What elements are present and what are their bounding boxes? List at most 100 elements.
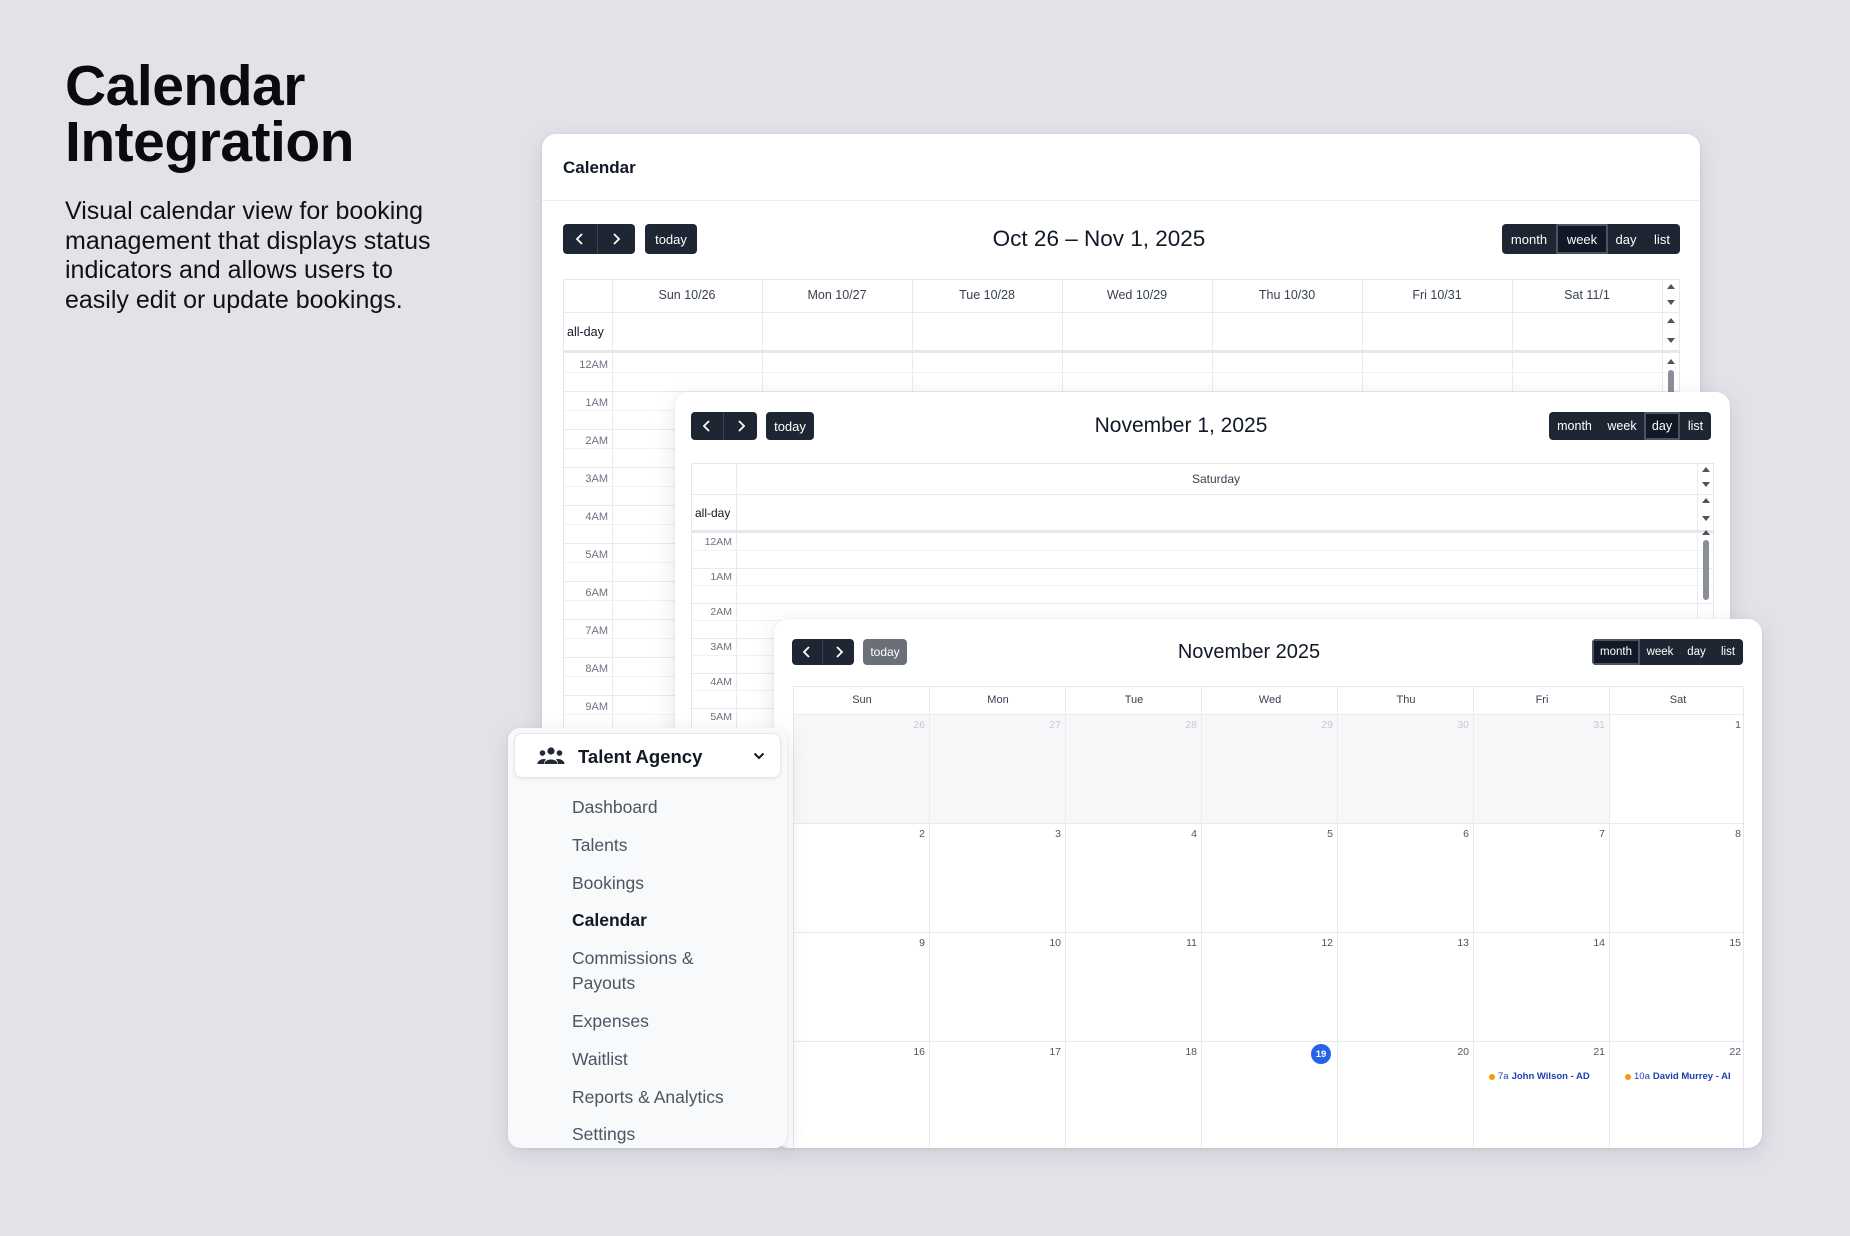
sidebar-item-label: Commissions & <box>572 948 694 968</box>
scroll-down-arrow[interactable] <box>1667 338 1675 343</box>
day-number[interactable]: 20 <box>1338 1046 1469 1058</box>
event-time: 7a <box>1498 1071 1509 1082</box>
scroll-down-arrow[interactable] <box>1702 482 1710 487</box>
next-button[interactable] <box>598 224 633 254</box>
day-header-thu[interactable]: Thu 10/30 <box>1259 288 1315 302</box>
scroll-up-arrow[interactable] <box>1702 530 1710 535</box>
view-month-button[interactable]: month <box>1592 639 1640 665</box>
day-number[interactable]: 29 <box>1202 719 1333 731</box>
sidebar-item-bookings[interactable]: Bookings <box>572 871 644 896</box>
view-day-button[interactable]: day <box>1644 412 1680 440</box>
sidebar-item-talents[interactable]: Talents <box>572 833 627 858</box>
day-number[interactable]: 12 <box>1202 937 1333 949</box>
day-number[interactable]: 10 <box>930 937 1061 949</box>
day-number[interactable]: 15 <box>1610 937 1741 949</box>
view-week-button[interactable]: week <box>1640 639 1680 665</box>
next-button[interactable] <box>724 412 757 440</box>
scroll-up-arrow[interactable] <box>1702 467 1710 472</box>
sidebar-item-reports[interactable]: Reports & Analytics <box>572 1085 724 1110</box>
view-day-button[interactable]: day <box>1608 224 1644 254</box>
sidebar-item-waitlist[interactable]: Waitlist <box>572 1047 628 1072</box>
day-number[interactable]: 4 <box>1066 828 1197 840</box>
day-number[interactable]: 6 <box>1338 828 1469 840</box>
day-header-sat[interactable]: Sat 11/1 <box>1564 288 1610 302</box>
day-number[interactable]: 27 <box>930 719 1061 731</box>
view-list-button[interactable]: list <box>1644 224 1680 254</box>
prev-button[interactable] <box>563 224 598 254</box>
scroll-down-arrow[interactable] <box>1702 516 1710 521</box>
all-day-label: all-day <box>695 506 731 520</box>
chevron-left-icon <box>575 233 583 245</box>
day-number[interactable]: 9 <box>794 937 925 949</box>
scroll-up-arrow[interactable] <box>1667 359 1675 364</box>
day-number[interactable]: 14 <box>1474 937 1605 949</box>
view-day-button[interactable]: day <box>1680 639 1713 665</box>
sidebar-item-dashboard[interactable]: Dashboard <box>572 795 658 820</box>
day-number[interactable]: 8 <box>1610 828 1741 840</box>
today-button[interactable]: today <box>766 412 814 440</box>
today-button[interactable]: today <box>645 224 697 254</box>
day-header-sun[interactable]: Sun 10/26 <box>659 288 716 302</box>
view-switcher: month week day list <box>1549 412 1711 440</box>
day-number[interactable]: 17 <box>930 1046 1061 1058</box>
calendar-event[interactable]: 10a David Murrey - AI <box>1625 1071 1733 1082</box>
scroll-down-arrow[interactable] <box>1667 300 1675 305</box>
time-label: 3AM <box>710 641 732 653</box>
day-number[interactable]: 11 <box>1066 937 1197 949</box>
scroll-up-arrow[interactable] <box>1667 318 1675 323</box>
sidebar-item-settings[interactable]: Settings <box>572 1122 635 1147</box>
scrollbar-thumb[interactable] <box>1703 540 1709 600</box>
sidebar-section-toggle[interactable]: Talent Agency <box>514 733 781 778</box>
weekday-header: Thu <box>1396 694 1416 706</box>
day-number[interactable]: 22 <box>1610 1046 1741 1058</box>
time-label: 6AM <box>585 587 608 599</box>
day-number[interactable]: 26 <box>794 719 925 731</box>
prev-button[interactable] <box>792 639 824 665</box>
time-label: 8AM <box>585 663 608 675</box>
today-date-badge[interactable]: 19 <box>1311 1044 1331 1064</box>
day-header-wed[interactable]: Wed 10/29 <box>1107 288 1167 302</box>
sidebar-item-expenses[interactable]: Expenses <box>572 1009 649 1034</box>
today-button[interactable]: today <box>863 639 907 665</box>
sidebar-item-commissions[interactable]: Commissions & Payouts <box>572 946 694 996</box>
day-number[interactable]: 13 <box>1338 937 1469 949</box>
view-month-button[interactable]: month <box>1549 412 1600 440</box>
day-number[interactable]: 31 <box>1474 719 1605 731</box>
event-time: 10a <box>1634 1071 1650 1082</box>
view-week-button[interactable]: week <box>1600 412 1644 440</box>
day-number[interactable]: 18 <box>1066 1046 1197 1058</box>
day-number[interactable]: 5 <box>1202 828 1333 840</box>
day-header-fri[interactable]: Fri 10/31 <box>1412 288 1461 302</box>
time-label: 1AM <box>710 571 732 583</box>
next-button[interactable] <box>823 639 854 665</box>
time-label: 9AM <box>585 701 608 713</box>
view-list-button[interactable]: list <box>1713 639 1743 665</box>
view-month-button[interactable]: month <box>1502 224 1556 254</box>
calendar-event[interactable]: 7a John Wilson - AD <box>1489 1071 1597 1082</box>
scroll-up-arrow[interactable] <box>1702 498 1710 503</box>
view-list-button[interactable]: list <box>1680 412 1711 440</box>
scroll-up-arrow[interactable] <box>1667 284 1675 289</box>
day-number[interactable]: 7 <box>1474 828 1605 840</box>
day-number[interactable]: 3 <box>930 828 1061 840</box>
title-line-1: Calendar <box>65 54 305 118</box>
view-switcher: month week day list <box>1592 639 1743 665</box>
month-title: November 2025 <box>1177 641 1321 663</box>
day-header-tue[interactable]: Tue 10/28 <box>959 288 1015 302</box>
day-header-mon[interactable]: Mon 10/27 <box>807 288 866 302</box>
prev-button[interactable] <box>691 412 725 440</box>
day-number[interactable]: 2 <box>794 828 925 840</box>
week-range-title: Oct 26 – Nov 1, 2025 <box>992 226 1206 251</box>
time-label: 4AM <box>710 676 732 688</box>
day-number[interactable]: 16 <box>794 1046 925 1058</box>
day-number[interactable]: 30 <box>1338 719 1469 731</box>
weekday-header: Sat <box>1669 694 1687 706</box>
sidebar-item-calendar[interactable]: Calendar <box>572 908 647 933</box>
day-header-saturday[interactable]: Saturday <box>1192 472 1240 486</box>
prev-next-group <box>691 412 757 440</box>
day-number[interactable]: 28 <box>1066 719 1197 731</box>
day-number[interactable]: 21 <box>1474 1046 1605 1058</box>
day-number[interactable]: 1 <box>1610 719 1741 731</box>
time-label: 5AM <box>710 711 732 723</box>
view-week-button[interactable]: week <box>1556 224 1608 254</box>
